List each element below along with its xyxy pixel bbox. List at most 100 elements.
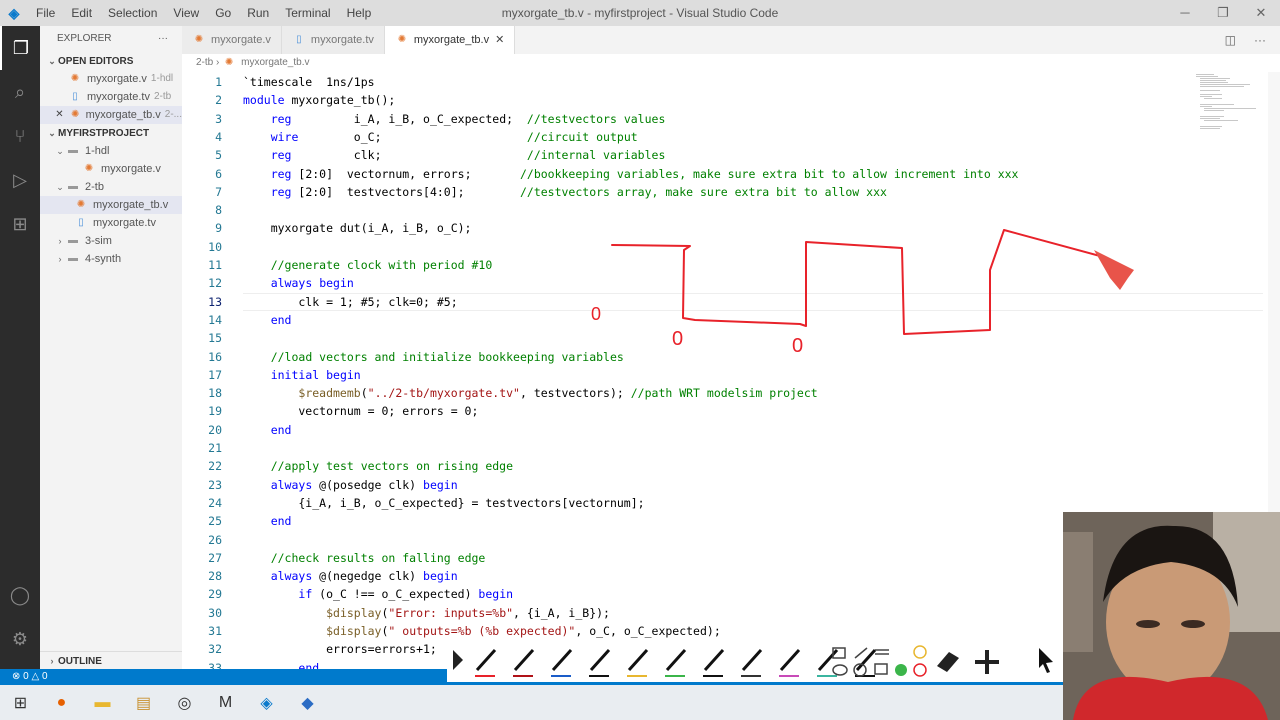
- more-actions-icon[interactable]: ···: [158, 26, 168, 52]
- line-number: 23: [208, 477, 222, 492]
- shape-tools-icon[interactable]: [832, 647, 889, 677]
- pen-icon[interactable]: [703, 648, 725, 677]
- windows-start-icon[interactable]: ⊞: [0, 685, 41, 720]
- line-number: 29: [208, 587, 222, 602]
- eraser-icon[interactable]: [937, 652, 959, 672]
- restore-icon[interactable]: ❐: [1204, 0, 1242, 26]
- minimize-icon[interactable]: ─: [1166, 0, 1204, 26]
- code-line[interactable]: 6 reg [2:0] vectornum, errors; //bookkee…: [182, 165, 1272, 183]
- tab-myxorgate-v[interactable]: ✺ myxorgate.v: [182, 26, 282, 54]
- code-line[interactable]: 19 vectornum = 0; errors = 0;: [182, 402, 1272, 420]
- menu-run[interactable]: Run: [239, 0, 277, 26]
- code-line[interactable]: 1 `timescale 1ns/1ps: [182, 73, 1272, 91]
- project-section[interactable]: ⌄ MYFIRSTPROJECT: [40, 124, 182, 142]
- pen-toolbar-arrow-icon[interactable]: [453, 650, 463, 670]
- tree-file[interactable]: ▯ myxorgate.tv: [40, 214, 182, 232]
- code-line[interactable]: 10: [182, 238, 1272, 256]
- notepad-icon[interactable]: ▤: [123, 685, 164, 720]
- tree-file[interactable]: ✺ myxorgate.v: [40, 160, 182, 178]
- line-number: 1: [215, 75, 222, 89]
- firefox-icon[interactable]: ●: [41, 685, 82, 720]
- code-line[interactable]: 21: [182, 439, 1272, 457]
- outline-section[interactable]: › OUTLINE: [40, 651, 182, 669]
- pen-icon[interactable]: [665, 648, 687, 677]
- open-editors-section[interactable]: ⌄ OPEN EDITORS: [40, 52, 182, 70]
- source-control-icon[interactable]: ⑂: [0, 114, 40, 158]
- vscode-taskbar-icon[interactable]: ◈: [246, 685, 287, 720]
- app-icon[interactable]: ◆: [287, 685, 328, 720]
- code-line[interactable]: 7 reg [2:0] testvectors[4:0]; //testvect…: [182, 183, 1272, 201]
- menu-selection[interactable]: Selection: [100, 0, 165, 26]
- close-icon[interactable]: ✕: [54, 106, 65, 124]
- cursor-icon[interactable]: [1039, 648, 1053, 673]
- close-tab-icon[interactable]: ✕: [495, 26, 504, 54]
- tree-folder[interactable]: ⌄ ▬ 2-tb: [40, 178, 182, 196]
- menu-go[interactable]: Go: [207, 0, 239, 26]
- pen-icon[interactable]: [627, 648, 649, 677]
- minimap[interactable]: [1192, 72, 1268, 152]
- pen-icon[interactable]: [551, 648, 573, 677]
- code-line[interactable]: 14 end: [182, 311, 1272, 329]
- code-text: `timescale 1ns/1ps: [243, 75, 375, 89]
- tab-myxorgate-tv[interactable]: ▯ myxorgate.tv: [281, 26, 385, 54]
- error-icon[interactable]: ⊗: [12, 671, 20, 682]
- move-icon[interactable]: [975, 650, 999, 674]
- code-line[interactable]: 22 //apply test vectors on rising edge: [182, 457, 1272, 475]
- breadcrumb-file[interactable]: myxorgate_tb.v: [241, 57, 309, 68]
- code-line[interactable]: 3 reg i_A, i_B, o_C_expected; //testvect…: [182, 110, 1272, 128]
- open-editor-item[interactable]: ▯ myxorgate.tv 2-tb: [40, 88, 182, 106]
- code-line[interactable]: 23 always @(posedge clk) begin: [182, 476, 1272, 494]
- code-line[interactable]: 9 myxorgate dut(i_A, i_B, o_C);: [182, 219, 1272, 237]
- more-actions-icon[interactable]: ···: [1254, 26, 1266, 54]
- line-number: 17: [208, 367, 222, 382]
- account-icon[interactable]: ◯: [0, 573, 40, 617]
- code-line[interactable]: 8: [182, 201, 1272, 219]
- tree-folder[interactable]: ⌄ ▬ 1-hdl: [40, 142, 182, 160]
- modelsim-icon[interactable]: M: [205, 685, 246, 720]
- search-icon[interactable]: ⌕: [0, 70, 40, 114]
- pen-icon[interactable]: [741, 648, 763, 677]
- close-window-icon[interactable]: ✕: [1242, 0, 1280, 26]
- code-line[interactable]: 12 always begin: [182, 274, 1272, 292]
- app-icon[interactable]: ◎: [164, 685, 205, 720]
- menu-help[interactable]: Help: [339, 0, 380, 26]
- breadcrumb-folder[interactable]: 2-tb: [196, 57, 213, 68]
- run-debug-icon[interactable]: ▷: [0, 158, 40, 202]
- code-line[interactable]: 24 {i_A, i_B, o_C_expected} = testvector…: [182, 494, 1272, 512]
- code-line[interactable]: 5 reg clk; //internal variables: [182, 146, 1272, 164]
- split-editor-icon[interactable]: ◫: [1225, 26, 1236, 54]
- error-count[interactable]: 0: [23, 671, 29, 682]
- file-explorer-icon[interactable]: ▬: [82, 685, 123, 720]
- code-line[interactable]: 20 end: [182, 421, 1272, 439]
- open-editor-item[interactable]: ✺ myxorgate.v 1-hdl: [40, 70, 182, 88]
- pen-icon[interactable]: [513, 648, 535, 677]
- tree-folder[interactable]: › ▬ 3-sim: [40, 232, 182, 250]
- tree-file[interactable]: ✺ myxorgate_tb.v: [40, 196, 182, 214]
- tab-myxorgate-tb-v[interactable]: ✺ myxorgate_tb.v ✕: [384, 26, 516, 54]
- menu-file[interactable]: File: [28, 0, 63, 26]
- pen-icon[interactable]: [589, 648, 611, 677]
- menu-view[interactable]: View: [165, 0, 207, 26]
- extensions-icon[interactable]: ⊞: [0, 202, 40, 246]
- code-line[interactable]: 18 $readmemb("../2-tb/myxorgate.tv", tes…: [182, 384, 1272, 402]
- open-editor-item[interactable]: ✕ ✺ myxorgate_tb.v 2-...: [40, 106, 182, 124]
- explorer-icon[interactable]: ❐: [0, 26, 40, 70]
- code-text: always @(negedge clk) begin: [270, 569, 458, 584]
- code-text: reg i_A, i_B, o_C_expected; //testvector…: [270, 111, 666, 126]
- emoji-icon[interactable]: [895, 645, 927, 677]
- gear-icon[interactable]: ⚙: [0, 617, 40, 661]
- warning-icon[interactable]: △: [32, 671, 40, 682]
- warning-count[interactable]: 0: [42, 671, 48, 682]
- pen-icon[interactable]: [779, 648, 801, 677]
- code-line[interactable]: 11 //generate clock with period #10: [182, 256, 1272, 274]
- code-line[interactable]: 2 module myxorgate_tb();: [182, 91, 1272, 109]
- tree-folder[interactable]: › ▬ 4-synth: [40, 250, 182, 268]
- code-line[interactable]: 16 //load vectors and initialize bookkee…: [182, 348, 1272, 366]
- menu-edit[interactable]: Edit: [63, 0, 100, 26]
- pen-icon[interactable]: [475, 648, 497, 677]
- code-line[interactable]: 13 clk = 1; #5; clk=0; #5;: [182, 293, 1272, 311]
- menu-terminal[interactable]: Terminal: [277, 0, 338, 26]
- code-line[interactable]: 15: [182, 329, 1272, 347]
- code-line[interactable]: 17 initial begin: [182, 366, 1272, 384]
- code-line[interactable]: 4 wire o_C; //circuit output: [182, 128, 1272, 146]
